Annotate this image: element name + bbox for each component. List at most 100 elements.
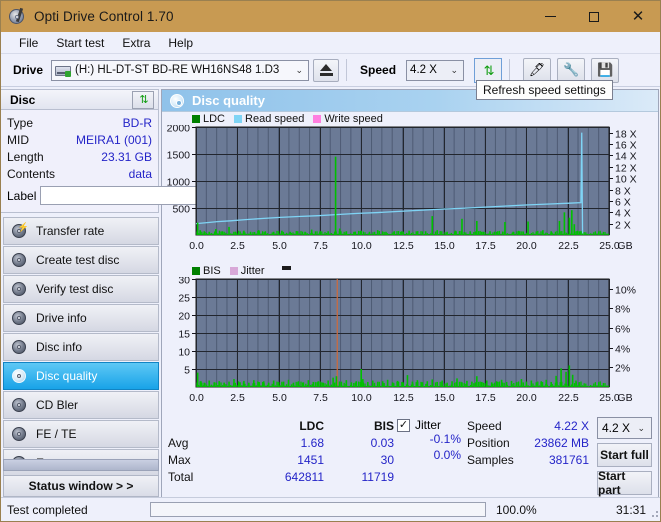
samples-label: Samples: [467, 452, 514, 467]
svg-text:2.5: 2.5: [230, 240, 245, 252]
svg-text:12.5: 12.5: [393, 240, 414, 252]
maximize-icon: [589, 11, 599, 22]
disc-field-contents-value: data: [128, 166, 152, 181]
wrench-icon: 🔧: [562, 62, 580, 77]
disc-icon: [11, 310, 28, 326]
stats-header-row: LDC BIS: [168, 417, 397, 434]
maximize-button[interactable]: [572, 1, 616, 32]
jitter-stats: ✓ Jitter -0.1% 0.0%: [397, 417, 467, 499]
svg-text:17.5: 17.5: [475, 240, 496, 252]
refresh-speed-settings-button[interactable]: ⇅: [474, 57, 503, 83]
disc-info-panel: Type BD-R MID MEIRA1 (001) Length 23.31 …: [1, 110, 244, 213]
drive-label: Drive: [13, 63, 44, 77]
close-button[interactable]: ✕: [616, 1, 660, 32]
disc-section-title: Disc: [10, 92, 36, 107]
start-part-button[interactable]: Start part: [597, 469, 652, 497]
disc-icon: [11, 281, 28, 297]
legend-swatch-ldc: [192, 114, 200, 123]
sidebar-item-verify-test-disc[interactable]: Verify test disc: [3, 275, 159, 303]
svg-text:6 X: 6 X: [615, 197, 631, 209]
bis-plot-svg: 0.0 2.5 5.0 7.5 10.0 12.5 15.0 17.5 20.0 22.5 25.0…: [178, 277, 636, 404]
stats-value-bis: 11719: [361, 469, 394, 484]
minimize-icon: [544, 15, 556, 18]
test-speed-select-value: 4.2 X: [602, 421, 631, 435]
minimize-button[interactable]: [528, 1, 572, 32]
svg-text:16 X: 16 X: [615, 140, 637, 152]
start-full-button[interactable]: Start full: [597, 443, 652, 467]
erase-button[interactable]: 🖊: [523, 57, 552, 83]
refresh-speed-tooltip: Refresh speed settings: [476, 80, 613, 100]
speed-select[interactable]: 4.2 X ⌄: [406, 59, 465, 81]
stats-value-bis: 30: [380, 452, 394, 467]
jitter-checkbox-row[interactable]: ✓ Jitter: [397, 418, 467, 432]
bis-chart: BIS Jitter 0.0 2.5 5.0 7.5 10.0 12.5 15.0 17.5 2…: [164, 264, 656, 413]
close-icon: ✕: [631, 8, 645, 25]
svg-text:2 X: 2 X: [615, 220, 631, 232]
refresh-icon: ⇅: [139, 94, 148, 106]
speed-label: Speed: [360, 63, 397, 77]
drive-icon: [55, 63, 72, 77]
drive-select[interactable]: (H:) HL-DT-ST BD-RE WH16NS48 1.D3 ⌄: [51, 59, 310, 81]
sidebar-item-disc-quality[interactable]: Disc quality: [3, 362, 159, 390]
refresh-icon: ⇅: [483, 62, 495, 78]
chevron-down-icon: ⌄: [295, 64, 304, 75]
stats-row-max: Max 1451 30: [168, 451, 397, 468]
test-info: Speed 4.22 X Position 23862 MB Samples 3…: [467, 417, 597, 499]
save-button[interactable]: 💾: [591, 57, 620, 83]
menu-start-test[interactable]: Start test: [47, 34, 113, 52]
svg-text:0.0: 0.0: [189, 392, 204, 404]
floppy-save-icon: 💾: [596, 62, 614, 77]
svg-text:0.0: 0.0: [189, 240, 204, 252]
disc-field-length: Length 23.31 GB: [7, 148, 152, 165]
eject-button[interactable]: [313, 58, 340, 82]
svg-text:30: 30: [178, 277, 190, 287]
sidebar-item-disc-info[interactable]: Disc info: [3, 333, 159, 361]
svg-text:1500: 1500: [167, 150, 191, 162]
stats-row-label: Max: [168, 452, 191, 467]
sidebar-item-create-test-disc[interactable]: Create test disc: [3, 246, 159, 274]
sidebar-item-fe-te[interactable]: FE / TE: [3, 420, 159, 448]
svg-text:6%: 6%: [615, 324, 630, 336]
svg-text:10%: 10%: [615, 285, 636, 297]
window-controls: ✕: [528, 1, 660, 32]
toolbar-separator-1: [346, 59, 348, 81]
sidebar-item-cd-bler[interactable]: CD Bler: [3, 391, 159, 419]
test-speed-select[interactable]: 4.2 X ⌄: [597, 417, 652, 439]
svg-text:10.0: 10.0: [351, 240, 372, 252]
menu-extra[interactable]: Extra: [113, 34, 159, 52]
svg-text:20.0: 20.0: [516, 392, 537, 404]
svg-text:5.0: 5.0: [272, 240, 287, 252]
svg-text:2%: 2%: [615, 363, 630, 375]
jitter-checkbox[interactable]: ✓: [397, 418, 410, 432]
sidebar-divider: [3, 459, 159, 471]
refresh-disc-button[interactable]: ⇅: [132, 90, 154, 109]
svg-text:12.5: 12.5: [393, 392, 414, 404]
jitter-value-1: -0.1%: [429, 432, 461, 446]
legend-write-speed: Write speed: [313, 113, 383, 125]
disc-section-header: Disc ⇅: [1, 89, 159, 110]
sidebar-item-transfer-rate[interactable]: ⚡ Transfer rate: [3, 217, 159, 245]
disc-icon: [11, 252, 28, 268]
ldc-plot[interactable]: 0.0 2.5 5.0 7.5 10.0 12.5 15.0 17.5 20.0 22.5 25.0…: [164, 125, 656, 261]
svg-text:GB: GB: [617, 240, 632, 252]
svg-text:12 X: 12 X: [615, 163, 637, 175]
menu-file[interactable]: File: [10, 34, 47, 52]
svg-text:18 X: 18 X: [615, 129, 637, 141]
sidebar-item-drive-info[interactable]: Drive info: [3, 304, 159, 332]
bis-plot[interactable]: 0.0 2.5 5.0 7.5 10.0 12.5 15.0 17.5 20.0 22.5 25.0…: [164, 277, 656, 413]
ldc-plot-svg: 0.0 2.5 5.0 7.5 10.0 12.5 15.0 17.5 20.0 22.5 25.0…: [167, 125, 637, 252]
svg-text:22.5: 22.5: [558, 240, 579, 252]
progress-percent: 100.0%: [496, 502, 537, 517]
menu-help[interactable]: Help: [159, 34, 202, 52]
legend-read-speed: Read speed: [234, 113, 304, 125]
speed-info-label: Speed: [467, 418, 502, 433]
status-window-button[interactable]: Status window > >: [3, 475, 159, 497]
speed-select-value: 4.2 X: [410, 64, 437, 76]
stats-row-avg: Avg 1.68 0.03: [168, 434, 397, 451]
info-row-position: Position 23862 MB: [467, 434, 597, 451]
disc-field-mid: MID MEIRA1 (001): [7, 131, 152, 148]
charts-area: LDC Read speed Write speed 0.0 2.5 5.0 7.5 1…: [162, 112, 658, 413]
resize-grip[interactable]: [648, 507, 660, 519]
tools-button[interactable]: 🔧: [557, 57, 586, 83]
disc-label-row: Label: [7, 185, 244, 206]
